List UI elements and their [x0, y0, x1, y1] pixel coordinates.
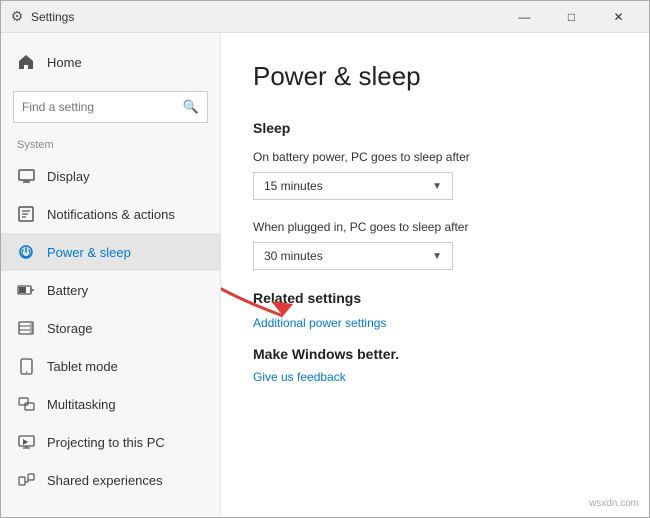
projecting-label: Projecting to this PC [47, 435, 165, 450]
make-windows-heading: Make Windows better. [253, 346, 617, 362]
window-content: Home 🔍 System Display [1, 33, 649, 517]
minimize-button[interactable]: — [502, 1, 547, 33]
sidebar-item-display[interactable]: Display [1, 157, 220, 195]
additional-power-settings-link[interactable]: Additional power settings [253, 316, 617, 330]
feedback-link[interactable]: Give us feedback [253, 370, 617, 384]
projecting-icon [17, 433, 35, 451]
notifications-label: Notifications & actions [47, 207, 175, 222]
battery-sleep-dropdown[interactable]: 15 minutes ▼ [253, 172, 453, 200]
sidebar-item-multitasking[interactable]: Multitasking [1, 385, 220, 423]
storage-label: Storage [47, 321, 93, 336]
search-input[interactable] [22, 100, 183, 114]
sidebar-item-tablet[interactable]: Tablet mode [1, 347, 220, 385]
titlebar: ⚙ Settings — □ ✕ [1, 1, 649, 33]
page-title: Power & sleep [253, 61, 617, 92]
sidebar-item-battery[interactable]: Battery [1, 271, 220, 309]
battery-sleep-arrow: ▼ [432, 181, 442, 192]
power-sleep-label: Power & sleep [47, 245, 131, 260]
battery-sleep-value: 15 minutes [264, 179, 323, 193]
search-box[interactable]: 🔍 [13, 91, 208, 123]
display-icon [17, 167, 35, 185]
multitasking-icon [17, 395, 35, 413]
sidebar: Home 🔍 System Display [1, 33, 221, 517]
sidebar-item-power-sleep[interactable]: Power & sleep [1, 233, 220, 271]
maximize-button[interactable]: □ [549, 1, 594, 33]
shared-label: Shared experiences [47, 473, 163, 488]
sidebar-home-label: Home [47, 55, 82, 70]
watermark: wsxdn.com [589, 498, 639, 509]
search-icon: 🔍 [183, 99, 199, 115]
tablet-icon [17, 357, 35, 375]
sidebar-item-shared[interactable]: Shared experiences [1, 461, 220, 499]
battery-icon [17, 281, 35, 299]
system-section-label: System [1, 139, 220, 157]
sidebar-item-storage[interactable]: Storage [1, 309, 220, 347]
multitasking-label: Multitasking [47, 397, 116, 412]
storage-icon [17, 319, 35, 337]
shared-icon [17, 471, 35, 489]
window-title: Settings [31, 10, 502, 24]
close-button[interactable]: ✕ [596, 1, 641, 33]
home-icon [17, 53, 35, 71]
battery-sleep-label: On battery power, PC goes to sleep after [253, 150, 617, 164]
battery-label: Battery [47, 283, 88, 298]
main-content: Power & sleep Sleep On battery power, PC… [221, 33, 649, 517]
sidebar-item-notifications[interactable]: Notifications & actions [1, 195, 220, 233]
power-icon [17, 243, 35, 261]
related-settings-heading: Related settings [253, 290, 617, 306]
window-controls: — □ ✕ [502, 1, 641, 33]
plugged-sleep-label: When plugged in, PC goes to sleep after [253, 220, 617, 234]
app-icon: ⚙ [9, 9, 25, 25]
plugged-sleep-dropdown[interactable]: 30 minutes ▼ [253, 242, 453, 270]
settings-window: ⚙ Settings — □ ✕ Home 🔍 [0, 0, 650, 518]
tablet-label: Tablet mode [47, 359, 118, 374]
sidebar-item-home[interactable]: Home [1, 41, 220, 83]
plugged-sleep-value: 30 minutes [264, 249, 323, 263]
sleep-section-heading: Sleep [253, 120, 617, 136]
sidebar-item-projecting[interactable]: Projecting to this PC [1, 423, 220, 461]
display-label: Display [47, 169, 90, 184]
notifications-icon [17, 205, 35, 223]
plugged-sleep-arrow: ▼ [432, 251, 442, 262]
